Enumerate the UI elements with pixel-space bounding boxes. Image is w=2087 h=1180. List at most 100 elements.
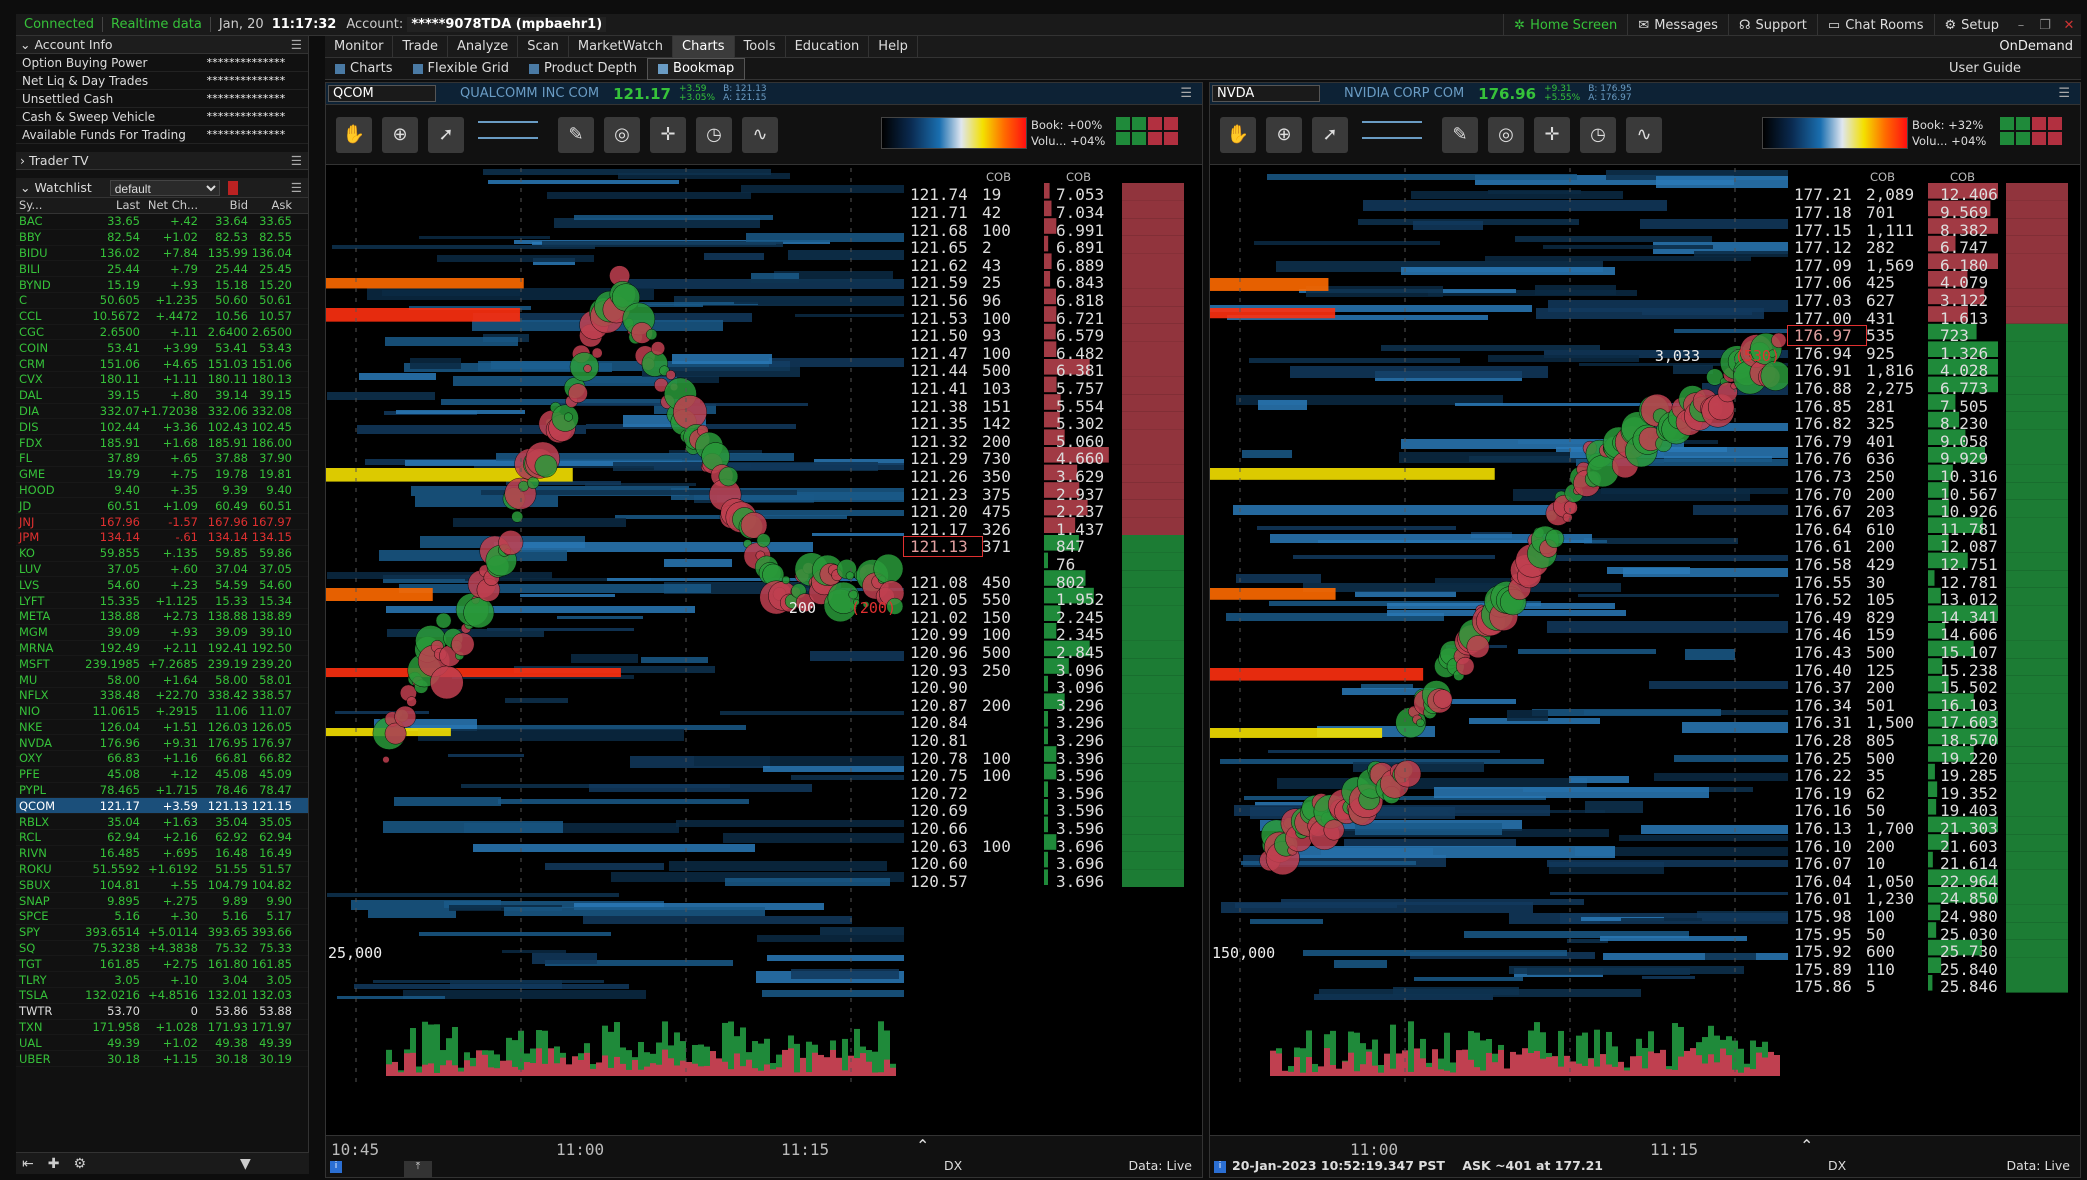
ladder-row[interactable]: 176.22 35 19.285 [1788,766,2016,785]
watchlist-row[interactable]: UBER 30.18 +1.15 30.18 30.19 [16,1051,308,1068]
watchlist-row[interactable]: TLRY 3.05 +.10 3.04 3.05 [16,972,308,989]
watchlist-row[interactable]: GME 19.79 +.75 19.78 19.81 [16,467,308,483]
watchlist-row[interactable]: NKE 126.04 +1.51 126.03 126.05 [16,720,308,736]
ladder-row[interactable]: 121.29 730 4.660 [904,449,1132,468]
chevron-down-icon[interactable]: ⌄ [20,180,30,195]
ladder-row[interactable]: 175.92 600 25.730 [1788,942,2016,961]
ladder-row[interactable]: 121.71 42 7.034 [904,203,1132,222]
watchlist-row[interactable]: JPM 134.14 -.61 134.14 134.15 [16,530,308,546]
ladder-row[interactable]: 121.05 550 1.952 [904,590,1132,609]
ladder-row[interactable]: 176.07 10 21.614 [1788,854,2016,873]
slider-group[interactable] [478,117,548,153]
ladder-row[interactable]: 121.68 100 6.991 [904,221,1132,240]
heatmap-plot[interactable]: 3,033 (530) 150,000 [1210,168,1788,1083]
watchlist-row[interactable]: TXN 171.958 +1.028 171.93 171.97 [16,1020,308,1036]
watchlist-row[interactable]: FDX 185.91 +1.68 185.91 186.00 [16,435,308,451]
ladder-row[interactable]: 176.61 200 12.087 [1788,537,2016,556]
pencil-icon[interactable]: ✎ [558,116,594,153]
ladder-row[interactable]: 121.17 326 1.437 [904,520,1132,539]
ladder-row[interactable]: 177.15 1,111 8.382 [1788,221,2016,240]
menu-icon[interactable]: ☰ [2058,86,2070,101]
symbol-input[interactable]: NVDA [1212,85,1320,102]
ladder-row[interactable]: 121.65 2 6.891 [904,238,1132,257]
ladder-row[interactable]: 121.08 450 802 [904,573,1132,592]
expand-icon[interactable]: ⤒ [404,1161,432,1177]
hand-icon[interactable]: ✋ [1220,116,1256,153]
ladder-row[interactable]: 120.78 100 3.396 [904,749,1132,768]
watchlist-row[interactable]: QCOM 121.17 +3.59 121.13 121.15 [16,798,308,815]
watchlist-row[interactable]: MGM 39.09 +.93 39.09 39.10 [16,625,308,641]
chevron-up-icon[interactable]: ⌃ [916,1136,929,1155]
ladder-row[interactable]: 120.87 200 3.296 [904,696,1132,715]
ladder-row[interactable]: 176.13 1,700 21.303 [1788,819,2016,838]
close-icon[interactable]: ✕ [2057,18,2081,33]
watchlist-row[interactable]: SPCE 5.16 +.30 5.16 5.17 [16,909,308,925]
ladder-row[interactable]: 120.69 3.596 [904,801,1132,820]
rocket-icon[interactable]: ➚ [428,116,464,153]
watchlist-row[interactable]: JNJ 167.96 -1.57 167.96 167.97 [16,514,308,530]
watchlist-row[interactable]: MU 58.00 +1.64 58.00 58.01 [16,672,308,688]
comment-icon[interactable]: ◎ [1488,116,1524,153]
ladder-row[interactable]: 121.20 475 2.237 [904,502,1132,521]
ladder-row[interactable]: 176.55 30 12.781 [1788,573,2016,592]
menu-marketwatch[interactable]: MarketWatch [569,35,674,58]
ladder-row[interactable]: 177.18 701 9.569 [1788,203,2016,222]
watchlist-row[interactable]: BBY 82.54 +1.02 82.53 82.55 [16,230,308,246]
ladder-row[interactable]: 176.94 925 1.326 [1788,344,2016,363]
ladder-row[interactable]: 176.97 535 723 [1787,325,2016,347]
user-guide-button[interactable]: User Guide [1949,61,2021,76]
submenu-flexible-grid[interactable]: Flexible Grid [403,58,519,80]
ladder-row[interactable]: 177.12 282 6.747 [1788,238,2016,257]
watchlist-row[interactable]: NVDA 176.96 +9.31 176.95 176.97 [16,735,308,752]
ladder-row[interactable]: 120.60 3.696 [904,854,1132,873]
price-ladder[interactable]: 177.21 2,089 12.406 177.18 701 9.569 177.15 1,1… [1787,185,2082,1086]
watchlist-row[interactable]: COIN 53.41 +3.99 53.41 53.43 [16,340,308,357]
ladder-row[interactable]: 120.84 3.296 [904,713,1132,732]
ladder-row[interactable]: 176.04 1,050 22.964 [1788,872,2016,891]
menu-scan[interactable]: Scan [518,35,569,58]
ladder-row[interactable]: 176.91 1,816 4.028 [1788,361,2016,380]
col-bid[interactable]: Bid [198,198,248,213]
ladder-row[interactable]: 176.73 250 10.316 [1788,467,2016,486]
ladder-row[interactable]: 120.99 100 2.345 [904,625,1132,644]
watchlist-row[interactable]: C 50.605 +1.235 50.60 50.61 [16,293,308,309]
ladder-row[interactable]: 121.74 19 7.053 [904,185,1132,204]
info-icon[interactable]: i [330,1161,342,1173]
watchlist-row[interactable]: NIO 11.0615 +.2915 11.06 11.07 [16,704,308,720]
col-net-change[interactable]: Net Ch... [140,198,198,213]
heatmap-contrast-bar[interactable] [881,117,1027,149]
watchlist-row[interactable]: MSFT 239.1985 +7.2685 239.19 239.20 [16,656,308,673]
ladder-row[interactable]: 120.96 500 2.845 [904,643,1132,662]
ladder-row[interactable]: 121.02 150 2.245 [904,608,1132,627]
gear-icon[interactable]: ⚙ [73,1156,86,1172]
setup-button[interactable]: ⚙ Setup [1933,14,2010,36]
ladder-row[interactable]: 176.82 325 8.230 [1788,414,2016,433]
ladder-row[interactable]: 121.32 200 5.060 [904,432,1132,451]
collapse-icon[interactable]: ⇤ [22,1156,34,1172]
ladder-row[interactable]: 177.09 1,569 6.180 [1788,256,2016,275]
watchlist-row[interactable]: DIS 102.44 +3.36 102.43 102.45 [16,419,308,436]
crosshair-icon[interactable]: ✛ [650,116,686,153]
watchlist-row[interactable]: META 138.88 +2.73 138.88 138.89 [16,609,308,625]
ladder-row[interactable]: 177.21 2,089 12.406 [1788,185,2016,204]
slider-2[interactable] [478,136,538,139]
menu-trade[interactable]: Trade [393,35,449,58]
watchlist-row[interactable]: OXY 66.83 +1.16 66.81 66.82 [16,751,308,767]
caret-down-icon[interactable]: ▼ [240,1156,251,1172]
watchlist-row[interactable]: TGT 161.85 +2.75 161.80 161.85 [16,956,308,973]
ladder-row[interactable]: 176.79 401 9.058 [1788,432,2016,451]
restore-icon[interactable]: ❐ [2033,18,2057,33]
timer-icon[interactable]: ◷ [1580,116,1616,153]
ladder-row[interactable]: 177.00 431 1.613 [1788,309,2016,328]
ladder-row[interactable]: 176.58 429 12.751 [1788,555,2016,574]
ondemand-button[interactable]: OnDemand [1999,39,2073,54]
watchlist-row[interactable]: RCL 62.94 +2.16 62.92 62.94 [16,830,308,846]
watchlist-row[interactable]: PFE 45.08 +.12 45.08 45.09 [16,767,308,783]
ladder-row[interactable]: 121.56 96 6.818 [904,291,1132,310]
watchlist-row[interactable]: ROKU 51.5592 +1.6192 51.55 51.57 [16,862,308,878]
watchlist-row[interactable]: SNAP 9.895 +.275 9.89 9.90 [16,893,308,910]
watchlist-row[interactable]: RBLX 35.04 +1.63 35.04 35.05 [16,814,308,831]
ladder-row[interactable]: 176.31 1,500 17.603 [1788,713,2016,732]
ladder-row[interactable]: 176.49 829 14.341 [1788,608,2016,627]
ladder-row[interactable]: 176.25 500 19.220 [1788,749,2016,768]
